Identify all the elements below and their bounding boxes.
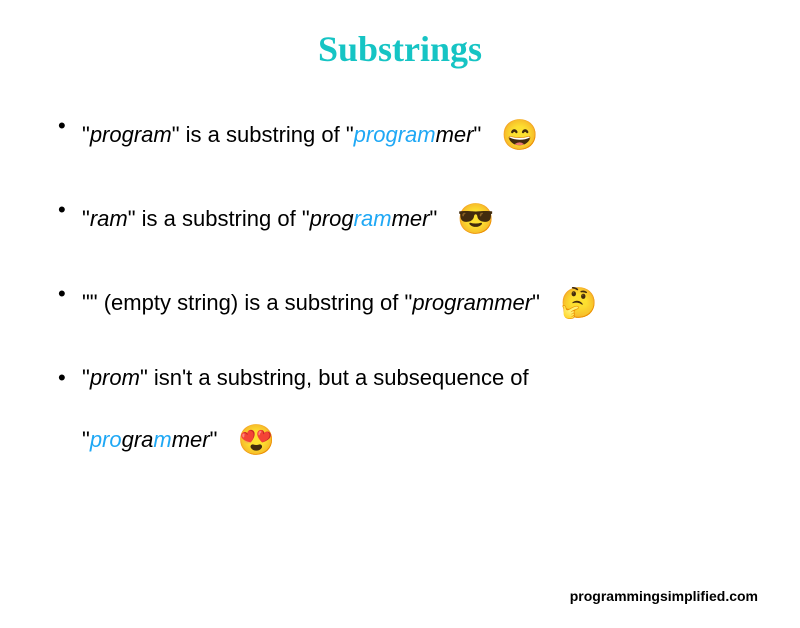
word-part-4: mer [172, 427, 210, 452]
highlighted-part-1: pro [90, 427, 122, 452]
content-area: "program" is a substring of "programmer"… [0, 100, 800, 477]
smile-emoji-icon: 😄 [501, 100, 538, 172]
quote-open: " [82, 365, 90, 390]
word-pre: prog [310, 206, 354, 231]
page-title: Substrings [0, 28, 800, 70]
mid-text: " is a substring of " [128, 206, 310, 231]
quote-close-line2: " [210, 427, 218, 452]
mid-text: " isn't a substring, but a subsequence o… [140, 365, 529, 390]
quote-open: " [82, 122, 90, 147]
substring-text: ram [90, 206, 128, 231]
word-full: programmer [412, 290, 532, 315]
word-rest: mer [436, 122, 474, 147]
bullet-list: "program" is a substring of "programmer"… [58, 100, 760, 477]
footer-attribution: programmingsimplified.com [570, 588, 758, 604]
word-part-2: gra [122, 427, 154, 452]
list-item: "program" is a substring of "programmer"… [58, 100, 760, 172]
quote-close: " [532, 290, 540, 315]
thinking-emoji-icon: 🤔 [560, 268, 597, 340]
quote-open: " [82, 206, 90, 231]
list-item: "ram" is a substring of "programmer" 😎 [58, 184, 760, 256]
quote-open-line2: " [82, 427, 90, 452]
quote-close: " [473, 122, 481, 147]
heart-eyes-emoji-icon: 😍 [238, 405, 275, 477]
list-item: "" (empty string) is a substring of "pro… [58, 268, 760, 340]
substring-text: prom [90, 365, 140, 390]
word-rest: mer [392, 206, 430, 231]
list-item: "prom" isn't a substring, but a subseque… [58, 352, 760, 477]
quote-close: " [429, 206, 437, 231]
highlighted-part: ram [354, 206, 392, 231]
highlighted-part-3: m [153, 427, 171, 452]
substring-text: program [90, 122, 172, 147]
sunglasses-emoji-icon: 😎 [457, 184, 494, 256]
mid-text: " is a substring of " [172, 122, 354, 147]
highlighted-part: program [354, 122, 436, 147]
item-text: "" (empty string) is a substring of " [82, 290, 412, 315]
